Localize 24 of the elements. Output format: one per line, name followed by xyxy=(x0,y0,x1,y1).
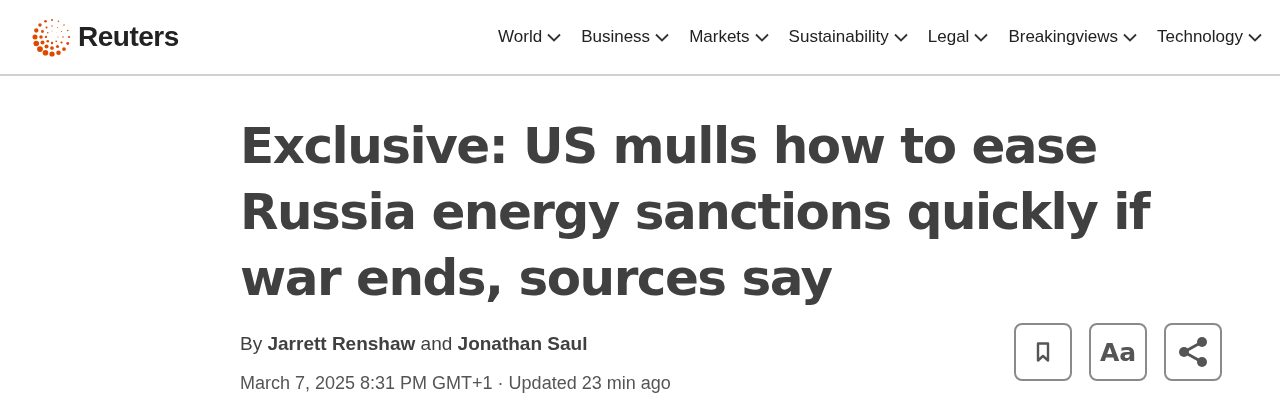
chevron-icon xyxy=(1248,32,1262,42)
chevron-icon xyxy=(655,32,670,42)
nav-link[interactable]: World xyxy=(498,27,562,47)
bookmark-icon xyxy=(1036,342,1050,362)
nav-link[interactable]: Breakingviews xyxy=(1008,27,1137,47)
nav-link[interactable]: Business xyxy=(581,27,670,47)
text-size-button[interactable]: Aa xyxy=(1089,323,1147,381)
nav-link[interactable]: Sustainability xyxy=(788,27,908,47)
chevron-icon xyxy=(547,32,562,42)
chevron-icon xyxy=(754,32,769,42)
chevron-icon xyxy=(974,32,989,42)
chevron-icon xyxy=(1123,32,1137,42)
nav-link[interactable]: Legal xyxy=(927,27,989,47)
nav-link[interactable]: Technology xyxy=(1157,27,1262,47)
dateline: March 7, 2025 8:31 PM GMT+1 · Updated 23 min ago xyxy=(240,373,671,394)
share-icon xyxy=(1178,336,1208,368)
headline: Exclusive: US mulls how to ease Russia energy sanctions quickly if war ends, sources say xyxy=(240,116,1152,309)
nav-link[interactable]: Markets xyxy=(689,27,769,47)
byline: By Jarrett Renshaw and Jonathan Saul xyxy=(240,333,589,355)
share-button[interactable] xyxy=(1164,323,1222,381)
bookmark-button[interactable] xyxy=(1014,323,1072,381)
chevron-icon xyxy=(893,32,908,42)
logo[interactable]: Reuters xyxy=(30,15,179,59)
logo-wordmark: Reuters xyxy=(78,21,179,53)
